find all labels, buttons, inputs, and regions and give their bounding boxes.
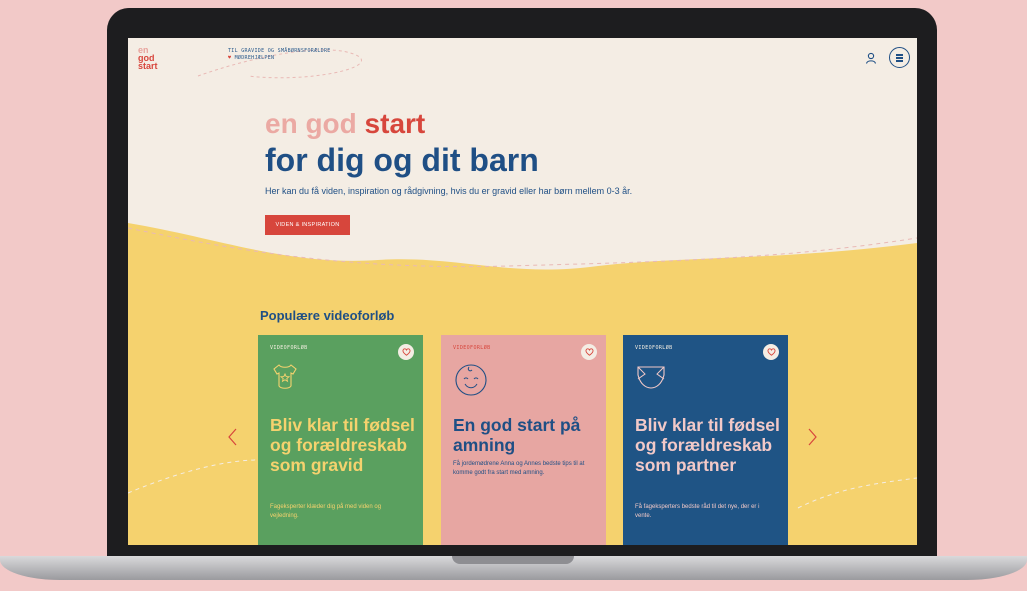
video-course-card-amning[interactable]: VIDEOFORLØB En god start på amning Få jo…	[441, 335, 606, 545]
tagline-line-2: MØDREHJÆLPEN	[234, 55, 275, 61]
favorite-button[interactable]	[398, 344, 414, 360]
card-kicker: VIDEOFORLØB	[453, 345, 491, 351]
site-logo[interactable]: en god start	[138, 46, 158, 71]
carousel-prev-button[interactable]	[225, 426, 241, 448]
carousel-next-button[interactable]	[804, 426, 820, 448]
section-title: Populære videoforløb	[260, 308, 395, 323]
card-description: Få fageksperters bedste råd til det nye,…	[635, 504, 760, 519]
card-title: En god start på amning	[453, 415, 581, 455]
hero-title-soft: en god	[265, 108, 357, 139]
diaper-icon	[637, 366, 665, 389]
smiling-baby-face-icon	[455, 364, 487, 396]
chevron-right-icon	[808, 428, 817, 446]
tagline: TIL GRAVIDE OG SMÅBØRNSFORÆLDRE ♥ MØDREH…	[228, 48, 331, 62]
heart-icon: ♥	[228, 55, 232, 61]
website-screen: en god start TIL GRAVIDE OG SMÅBØRNSFORÆ…	[128, 38, 917, 545]
logo-line-3: start	[138, 61, 158, 71]
card-title: Bliv klar til fødsel og forældreskab som…	[635, 415, 780, 475]
hamburger-menu-button[interactable]	[889, 47, 910, 68]
card-description: Fageksperter klæder dig på med viden og …	[270, 504, 382, 519]
viden-inspiration-button[interactable]: VIDEN & INSPIRATION	[265, 215, 350, 235]
heart-outline-icon	[402, 348, 410, 356]
user-icon[interactable]	[864, 51, 878, 65]
hero-title-strong: start	[364, 108, 426, 139]
chevron-left-icon	[228, 428, 237, 446]
menu-line	[896, 54, 903, 56]
card-description: Få jordemødrene Anna og Annes bedste tip…	[453, 461, 585, 476]
hero-subtitle: Her kan du få viden, inspiration og rådg…	[265, 186, 633, 196]
card-kicker: VIDEOFORLØB	[270, 345, 308, 351]
heart-outline-icon	[767, 348, 775, 356]
favorite-button[interactable]	[763, 344, 779, 360]
card-kicker: VIDEOFORLØB	[635, 345, 673, 351]
tagline-line-1: TIL GRAVIDE OG SMÅBØRNSFORÆLDRE	[228, 48, 331, 54]
baby-bodysuit-icon	[273, 364, 297, 389]
menu-line	[896, 57, 903, 59]
favorite-button[interactable]	[581, 344, 597, 360]
laptop-notch	[452, 556, 574, 564]
hero-title-line-1: en god start	[265, 108, 425, 140]
hero-title-line-2: for dig og dit barn	[265, 142, 539, 178]
video-course-card-partner[interactable]: VIDEOFORLØB Bliv klar til fødsel og foræ…	[623, 335, 788, 545]
heart-outline-icon	[585, 348, 593, 356]
card-title: Bliv klar til fødsel og forældreskab som…	[270, 415, 415, 475]
video-course-card-gravid[interactable]: VIDEOFORLØB Bliv klar til fødsel og foræ…	[258, 335, 423, 545]
menu-line	[896, 60, 903, 62]
